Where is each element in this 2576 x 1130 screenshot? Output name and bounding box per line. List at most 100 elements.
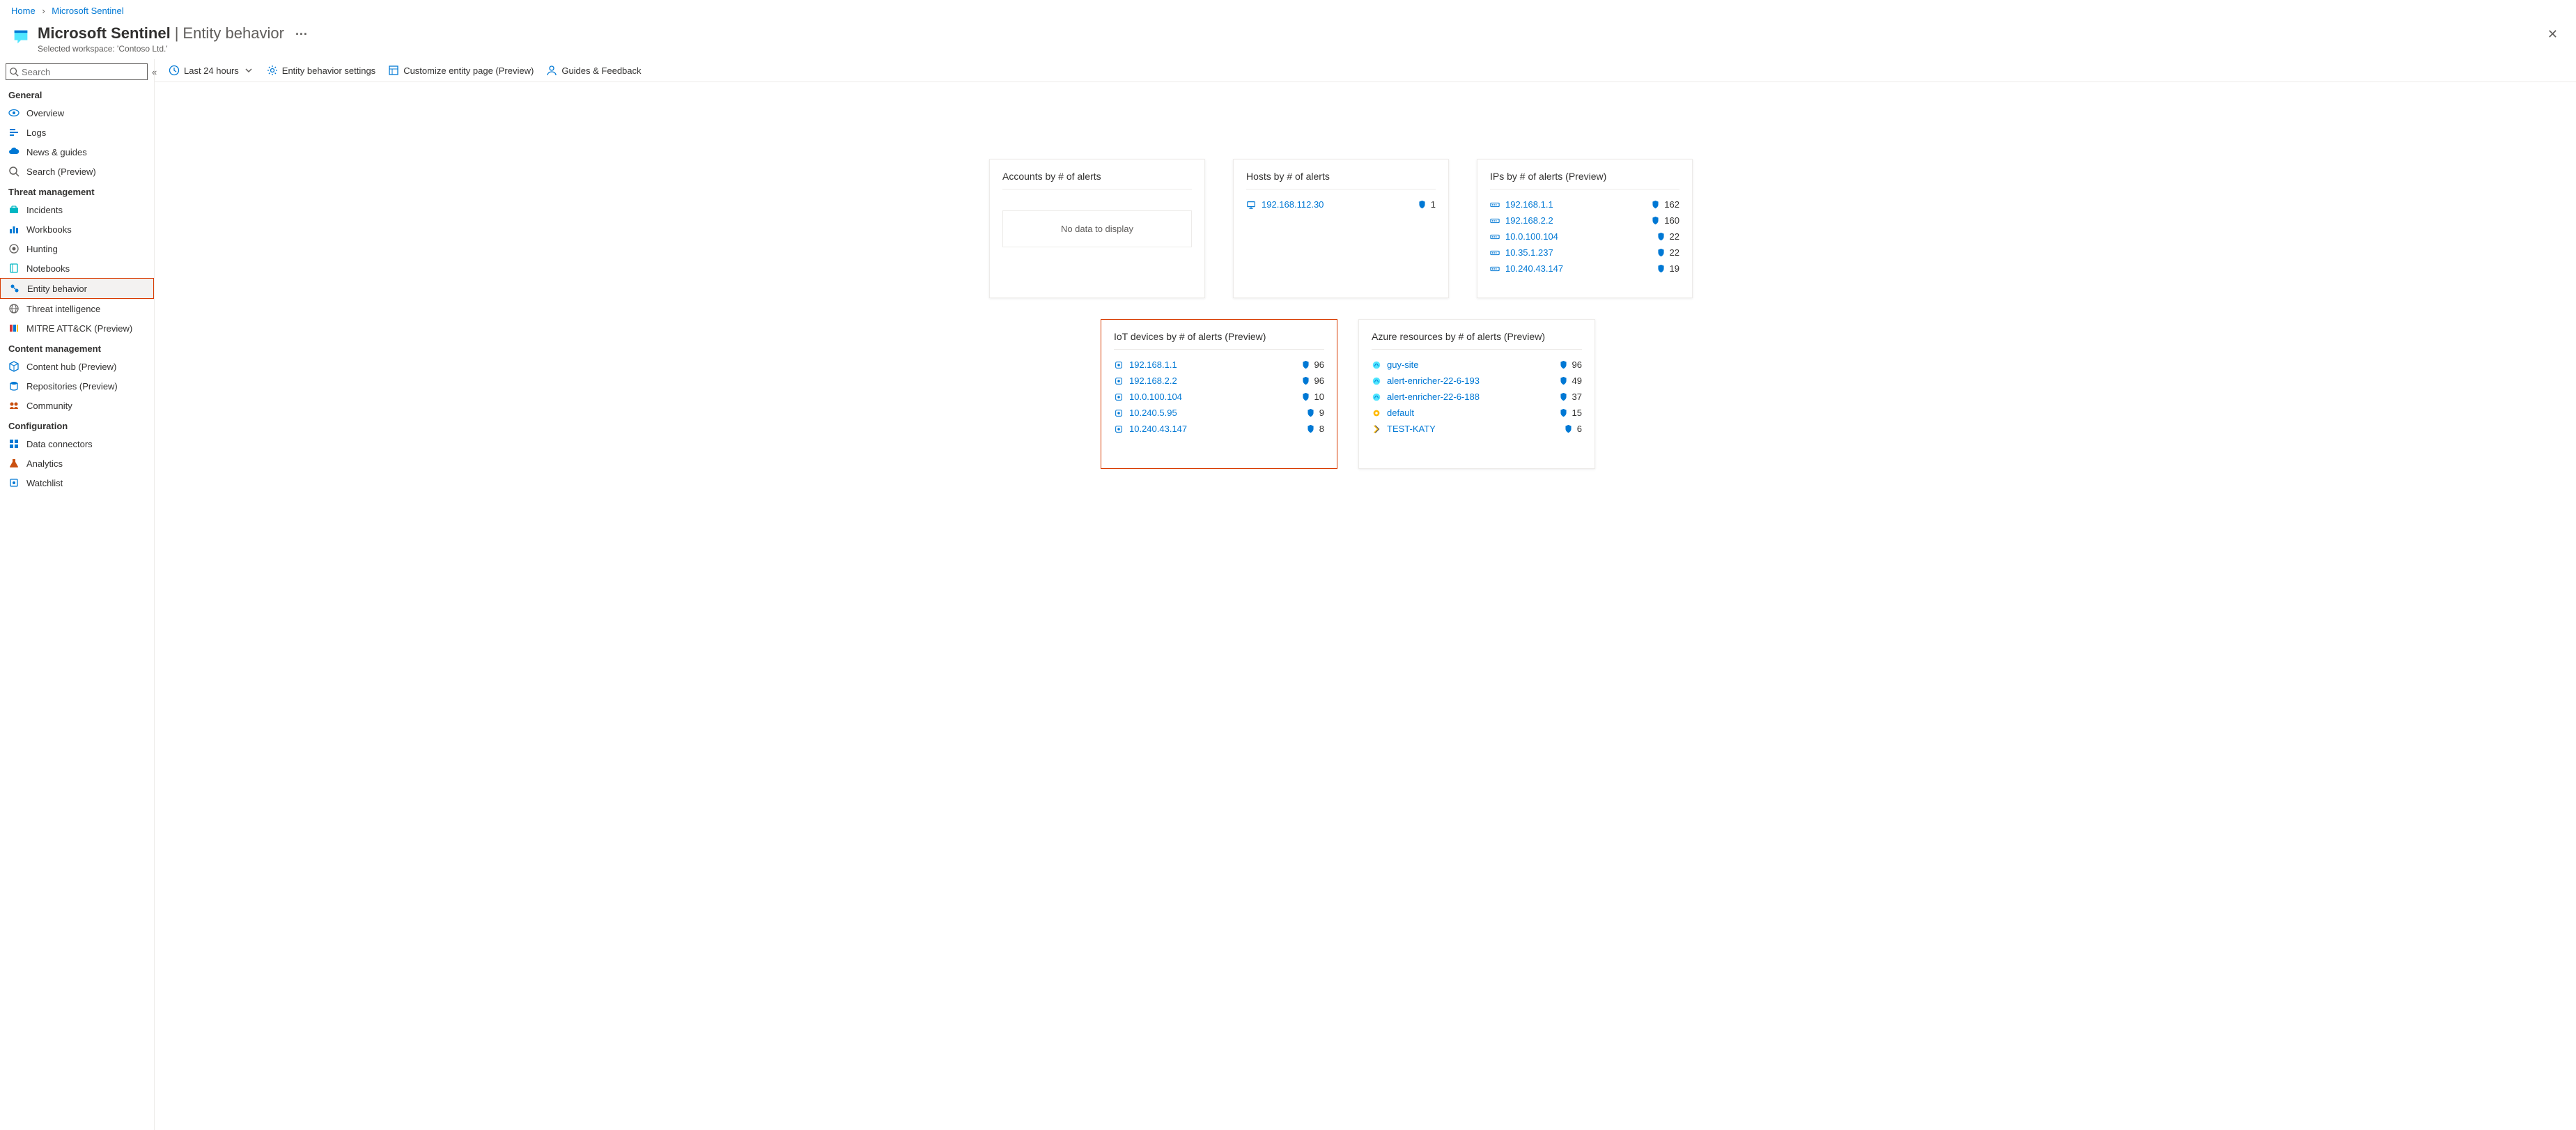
mitre-icon xyxy=(8,323,20,334)
entity-icon xyxy=(9,283,20,294)
title-page: Entity behavior xyxy=(183,24,284,42)
sidebar-group-header: Configuration xyxy=(0,415,154,434)
iot-device-name[interactable]: 192.168.1.1 xyxy=(1129,359,1177,370)
host-name[interactable]: 192.168.112.30 xyxy=(1262,199,1324,210)
shield-icon xyxy=(1301,360,1310,369)
sidebar-item-label: Entity behavior xyxy=(27,284,87,294)
sidebar-item-overview[interactable]: Overview xyxy=(0,103,154,123)
azure-resource-icon xyxy=(1372,392,1381,402)
azure-resource-icon xyxy=(1372,408,1381,418)
sidebar-item-incidents[interactable]: Incidents xyxy=(0,200,154,219)
repo-icon xyxy=(8,380,20,392)
iot-device-row: 10.240.5.959 xyxy=(1114,405,1324,421)
sidebar-item-label: Notebooks xyxy=(26,263,70,274)
shield-icon xyxy=(1656,248,1666,257)
globe-icon xyxy=(8,303,20,314)
hosts-card-title: Hosts by # of alerts xyxy=(1246,171,1436,189)
azure-resource-name[interactable]: TEST-KATY xyxy=(1387,424,1436,434)
page-header: Microsoft Sentinel | Entity behavior ···… xyxy=(0,22,2576,59)
iot-device-count: 10 xyxy=(1314,392,1324,402)
iot-card-title: IoT devices by # of alerts (Preview) xyxy=(1114,331,1324,350)
sidebar-item-workbooks[interactable]: Workbooks xyxy=(0,219,154,239)
azure-resource-name[interactable]: alert-enricher-22-6-193 xyxy=(1387,376,1480,386)
entity-settings-button[interactable]: Entity behavior settings xyxy=(267,65,375,76)
shield-icon xyxy=(1559,360,1568,369)
ip-icon xyxy=(1490,264,1500,274)
ip-row: 10.240.43.147 19 xyxy=(1490,261,1679,277)
guides-feedback-button[interactable]: Guides & Feedback xyxy=(546,65,641,76)
shield-icon xyxy=(1301,376,1310,385)
entity-settings-label: Entity behavior settings xyxy=(282,65,375,76)
ip-row: 192.168.2.2160 xyxy=(1490,212,1679,229)
shield-icon xyxy=(1651,200,1660,209)
more-button[interactable]: ··· xyxy=(288,27,315,42)
azure-resource-name[interactable]: guy-site xyxy=(1387,359,1419,370)
sidebar-item-data-connectors[interactable]: Data connectors xyxy=(0,434,154,454)
cube-icon xyxy=(8,361,20,372)
sidebar-item-community[interactable]: Community xyxy=(0,396,154,415)
sidebar-item-label: Incidents xyxy=(26,205,63,215)
sidebar-item-news-guides[interactable]: News & guides xyxy=(0,142,154,162)
iot-device-name[interactable]: 192.168.2.2 xyxy=(1129,376,1177,386)
ips-card-title: IPs by # of alerts (Preview) xyxy=(1490,171,1679,189)
azure-resource-count: 37 xyxy=(1572,392,1582,402)
sidebar-item-content-hub-preview[interactable]: Content hub (Preview) xyxy=(0,357,154,376)
clock-icon xyxy=(169,65,180,76)
accounts-card: Accounts by # of alerts No data to displ… xyxy=(989,159,1205,298)
ip-count: 19 xyxy=(1670,263,1679,274)
ip-name[interactable]: 10.0.100.104 xyxy=(1505,231,1558,242)
iot-device-icon xyxy=(1114,408,1124,418)
breadcrumb: Home › Microsoft Sentinel xyxy=(0,0,2576,22)
azure-resource-icon xyxy=(1372,360,1381,370)
chevron-down-icon xyxy=(243,65,254,76)
sidebar-item-search-preview[interactable]: Search (Preview) xyxy=(0,162,154,181)
iot-device-name[interactable]: 10.240.43.147 xyxy=(1129,424,1187,434)
azure-resource-count: 96 xyxy=(1572,359,1582,370)
ip-count: 22 xyxy=(1670,231,1679,242)
sidebar-item-hunting[interactable]: Hunting xyxy=(0,239,154,258)
sidebar-item-entity-behavior[interactable]: Entity behavior xyxy=(0,278,154,299)
ip-count: 162 xyxy=(1664,199,1679,210)
sidebar-item-mitre-att-ck-preview[interactable]: MITRE ATT&CK (Preview) xyxy=(0,318,154,338)
sidebar-item-analytics[interactable]: Analytics xyxy=(0,454,154,473)
flask-icon xyxy=(8,458,20,469)
title-sep: | xyxy=(175,24,179,42)
ip-row: 192.168.1.1 162 xyxy=(1490,196,1679,212)
shield-icon xyxy=(1418,200,1427,209)
close-button[interactable]: ✕ xyxy=(2540,24,2565,45)
target-icon xyxy=(8,243,20,254)
sidebar-item-threat-intelligence[interactable]: Threat intelligence xyxy=(0,299,154,318)
breadcrumb-home[interactable]: Home xyxy=(11,6,36,16)
ip-row: 10.0.100.104 22 xyxy=(1490,229,1679,245)
sidebar-item-label: Community xyxy=(26,401,72,411)
customize-page-button[interactable]: Customize entity page (Preview) xyxy=(388,65,534,76)
sidebar-item-watchlist[interactable]: Watchlist xyxy=(0,473,154,493)
iot-device-icon xyxy=(1114,424,1124,434)
ip-name[interactable]: 10.35.1.237 xyxy=(1505,247,1553,258)
workspace-label: Selected workspace: 'Contoso Ltd.' xyxy=(38,44,2540,54)
iot-device-row: 192.168.1.196 xyxy=(1114,357,1324,373)
ip-name[interactable]: 192.168.2.2 xyxy=(1505,215,1553,226)
iot-device-name[interactable]: 10.0.100.104 xyxy=(1129,392,1182,402)
ip-name[interactable]: 192.168.1.1 xyxy=(1505,199,1553,210)
sidebar-item-repositories-preview[interactable]: Repositories (Preview) xyxy=(0,376,154,396)
search-input[interactable] xyxy=(22,67,147,77)
sidebar: « GeneralOverviewLogsNews & guidesSearch… xyxy=(0,59,155,1130)
iot-device-name[interactable]: 10.240.5.95 xyxy=(1129,408,1177,418)
azure-resource-name[interactable]: default xyxy=(1387,408,1414,418)
community-icon xyxy=(8,400,20,411)
azure-resource-name[interactable]: alert-enricher-22-6-188 xyxy=(1387,392,1480,402)
sidebar-search[interactable] xyxy=(6,63,148,80)
sidebar-group-header: Threat management xyxy=(0,181,154,200)
timerange-picker[interactable]: Last 24 hours xyxy=(169,65,254,76)
sidebar-item-label: Workbooks xyxy=(26,224,72,235)
sidebar-item-notebooks[interactable]: Notebooks xyxy=(0,258,154,278)
sentinel-icon xyxy=(11,27,31,47)
host-count: 1 xyxy=(1431,199,1436,210)
chart-icon xyxy=(8,224,20,235)
sidebar-item-logs[interactable]: Logs xyxy=(0,123,154,142)
customize-label: Customize entity page (Preview) xyxy=(403,65,534,76)
breadcrumb-product[interactable]: Microsoft Sentinel xyxy=(52,6,123,16)
ip-name[interactable]: 10.240.43.147 xyxy=(1505,263,1563,274)
cloud-icon xyxy=(8,146,20,157)
